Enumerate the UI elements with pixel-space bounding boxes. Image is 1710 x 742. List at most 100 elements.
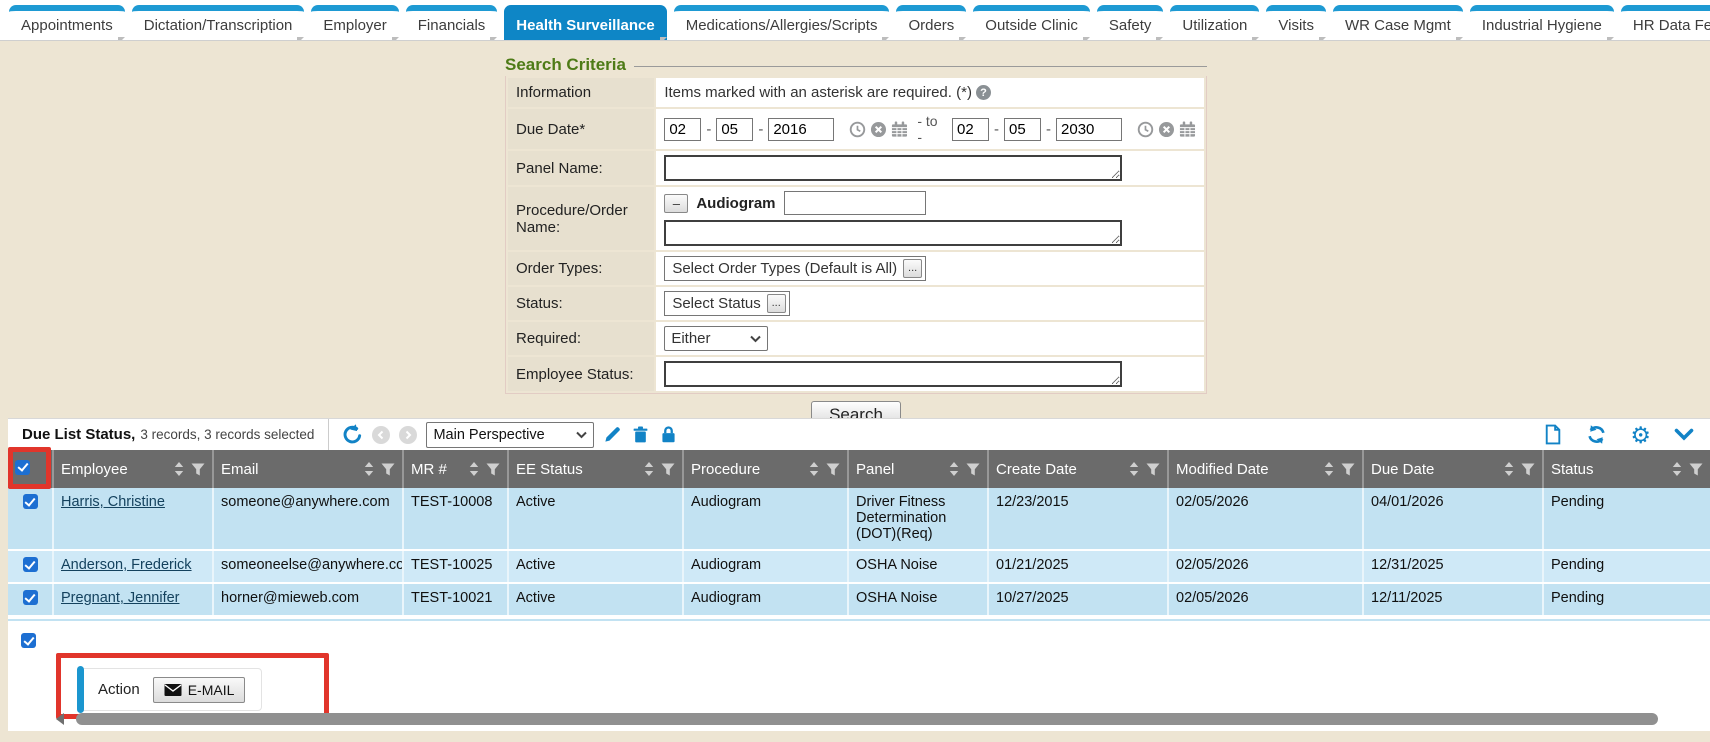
col-header-status[interactable]: Status — [1543, 450, 1710, 488]
tab-dictation-transcription[interactable]: Dictation/Transcription — [132, 5, 305, 40]
procedure-order-name-label: Procedure/Order Name: — [508, 187, 654, 250]
perspective-select[interactable]: Main Perspective — [426, 422, 594, 448]
lock-perspective-icon[interactable] — [659, 425, 678, 444]
required-select[interactable]: Either — [664, 326, 768, 351]
tab-safety[interactable]: Safety — [1097, 5, 1164, 40]
employee-link[interactable]: Harris, Christine — [61, 494, 165, 510]
filter-icon[interactable] — [486, 463, 500, 476]
refresh-icon[interactable] — [1586, 424, 1607, 445]
status-picker[interactable]: Select Status ... — [664, 291, 789, 316]
filter-icon[interactable] — [661, 463, 675, 476]
col-header-create-date[interactable]: Create Date — [988, 450, 1168, 488]
sort-icon[interactable] — [949, 462, 959, 476]
sort-icon[interactable] — [364, 462, 374, 476]
scrollbar-thumb[interactable] — [76, 713, 1658, 725]
clear-date-icon[interactable] — [870, 120, 887, 139]
scroll-left-arrow-icon[interactable] — [56, 713, 64, 725]
sort-icon[interactable] — [1504, 462, 1514, 476]
tab-utilization[interactable]: Utilization — [1170, 5, 1259, 40]
tab-orders[interactable]: Orders — [896, 5, 966, 40]
selected-procedure: Audiogram — [696, 195, 775, 212]
procedure-cell: Audiogram — [683, 488, 848, 550]
filter-icon[interactable] — [1146, 463, 1160, 476]
filter-icon[interactable] — [966, 463, 980, 476]
due-date-to-year[interactable] — [1056, 118, 1122, 141]
filter-icon[interactable] — [191, 463, 205, 476]
help-icon[interactable]: ? — [976, 85, 991, 100]
clear-date-icon[interactable] — [1158, 120, 1175, 139]
status-cell: Pending — [1543, 583, 1710, 616]
sort-icon[interactable] — [1129, 462, 1139, 476]
procedure-quick-input[interactable] — [784, 191, 926, 215]
employee-link[interactable]: Anderson, Frederick — [61, 557, 192, 573]
procedure-order-name-input[interactable] — [664, 220, 1122, 246]
col-header-modified-date[interactable]: Modified Date — [1168, 450, 1363, 488]
order-types-picker[interactable]: Select Order Types (Default is All) ... — [664, 256, 926, 281]
procedure-cell: Audiogram — [683, 550, 848, 583]
calendar-icon[interactable] — [891, 120, 908, 139]
information-text: Items marked with an asterisk are requir… — [664, 84, 972, 101]
footer-select-all-checkbox[interactable] — [21, 633, 36, 648]
order-types-browse-button[interactable]: ... — [903, 259, 922, 278]
due-date-from-day[interactable] — [716, 118, 753, 141]
tab-employer[interactable]: Employer — [311, 5, 398, 40]
export-document-icon[interactable] — [1542, 424, 1563, 445]
sort-icon[interactable] — [644, 462, 654, 476]
reset-icon[interactable] — [342, 424, 363, 445]
col-header-panel[interactable]: Panel — [848, 450, 988, 488]
row-checkbox[interactable] — [23, 494, 38, 509]
due-date-from-year[interactable] — [768, 118, 834, 141]
mr-cell: TEST-10021 — [403, 583, 508, 616]
status-browse-button[interactable]: ... — [767, 294, 786, 313]
col-header-procedure[interactable]: Procedure — [683, 450, 848, 488]
tab-outside-clinic[interactable]: Outside Clinic — [973, 5, 1090, 40]
time-picker-icon[interactable] — [1137, 120, 1154, 139]
due-date-to-day[interactable] — [1004, 118, 1041, 141]
tab-visits[interactable]: Visits — [1266, 5, 1326, 40]
envelope-icon — [164, 682, 182, 698]
panel-cell: Driver Fitness Determination (DOT)(Req) — [848, 488, 988, 550]
sort-icon[interactable] — [1672, 462, 1682, 476]
horizontal-scrollbar[interactable] — [8, 712, 1710, 726]
filter-icon[interactable] — [826, 463, 840, 476]
next-page-icon[interactable] — [399, 426, 417, 444]
panel-name-input[interactable] — [664, 155, 1122, 181]
edit-perspective-icon[interactable] — [603, 425, 622, 444]
select-all-checkbox[interactable] — [15, 460, 30, 475]
due-date-from-month[interactable] — [664, 118, 701, 141]
col-header-due-date[interactable]: Due Date — [1363, 450, 1543, 488]
email-button[interactable]: E-MAIL — [153, 677, 246, 703]
gear-icon[interactable]: ⚙ — [1630, 425, 1651, 445]
filter-icon[interactable] — [1689, 463, 1703, 476]
filter-icon[interactable] — [1521, 463, 1535, 476]
tab-medications-allergies-scripts[interactable]: Medications/Allergies/Scripts — [674, 5, 890, 40]
tab-wr-case-mgmt[interactable]: WR Case Mgmt — [1333, 5, 1463, 40]
filter-icon[interactable] — [1341, 463, 1355, 476]
sort-icon[interactable] — [1324, 462, 1334, 476]
tab-hr-data-feed[interactable]: HR Data Feed — [1621, 5, 1710, 40]
tab-appointments[interactable]: Appointments — [9, 5, 125, 40]
tab-health-surveillance[interactable]: Health Surveillance — [504, 5, 666, 40]
sort-icon[interactable] — [809, 462, 819, 476]
col-header-mr[interactable]: MR # — [403, 450, 508, 488]
col-header-ee-status[interactable]: EE Status — [508, 450, 683, 488]
col-header-employee[interactable]: Employee — [53, 450, 213, 488]
employee-link[interactable]: Pregnant, Jennifer — [61, 590, 180, 606]
delete-perspective-icon[interactable] — [631, 425, 650, 444]
prev-page-icon[interactable] — [372, 426, 390, 444]
remove-procedure-button[interactable]: – — [664, 194, 688, 213]
sort-icon[interactable] — [174, 462, 184, 476]
time-picker-icon[interactable] — [849, 120, 866, 139]
collapse-chevron-icon[interactable] — [1674, 425, 1694, 445]
calendar-icon[interactable] — [1179, 120, 1196, 139]
col-header-email[interactable]: Email — [213, 450, 403, 488]
sort-icon[interactable] — [469, 462, 479, 476]
due-date-to-month[interactable] — [952, 118, 989, 141]
row-checkbox[interactable] — [23, 557, 38, 572]
employee-status-input[interactable] — [664, 361, 1122, 387]
tab-financials[interactable]: Financials — [406, 5, 498, 40]
filter-icon[interactable] — [381, 463, 395, 476]
tab-industrial-hygiene[interactable]: Industrial Hygiene — [1470, 5, 1614, 40]
status-cell: Pending — [1543, 488, 1710, 550]
row-checkbox[interactable] — [23, 590, 38, 605]
